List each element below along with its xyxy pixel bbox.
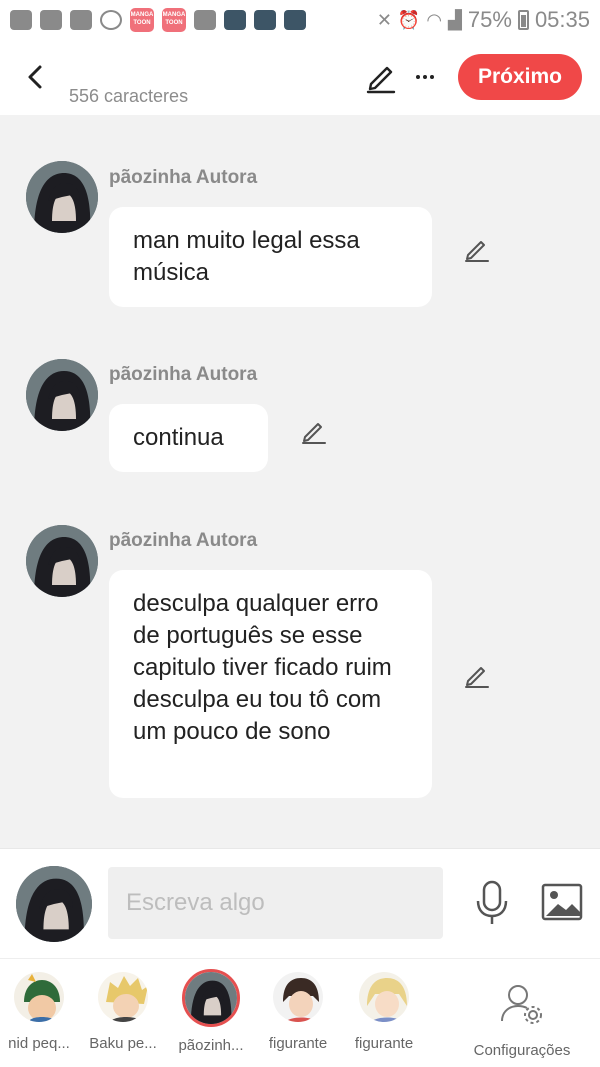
whatsapp-icon bbox=[100, 10, 122, 30]
app-icon bbox=[284, 10, 306, 30]
message-input[interactable] bbox=[108, 867, 443, 939]
notification-icons: MANGA TOON MANGA TOON bbox=[10, 8, 306, 32]
character-item-selected[interactable]: pãozinh... bbox=[168, 969, 254, 1054]
status-bar: MANGA TOON MANGA TOON ✕ ⏰ ◠ ▟ 75% 05:35 bbox=[0, 0, 600, 40]
character-avatar bbox=[356, 969, 412, 1025]
edit-message-icon[interactable] bbox=[463, 661, 491, 689]
edit-message-icon[interactable] bbox=[463, 235, 491, 263]
microphone-icon[interactable] bbox=[472, 879, 512, 927]
message-icon bbox=[10, 10, 32, 30]
character-avatar bbox=[270, 969, 326, 1025]
character-avatar bbox=[11, 969, 67, 1025]
author-name: pãozinha Autora bbox=[109, 167, 258, 188]
mangatoon-icon: MANGA TOON bbox=[162, 8, 186, 32]
character-count: 556 caracteres bbox=[69, 86, 189, 106]
message-text: continua bbox=[133, 424, 224, 451]
character-name: nid peq... bbox=[8, 1035, 70, 1052]
author-name: pãozinha Autora bbox=[109, 364, 258, 385]
character-image bbox=[14, 972, 64, 1022]
message-text: man muito legal essa música bbox=[133, 227, 360, 286]
character-image bbox=[185, 972, 237, 1024]
alarm-icon: ⏰ bbox=[397, 9, 421, 30]
character-selector: nid peq... Baku pe... pãozinh... figuran… bbox=[0, 958, 600, 1067]
user-settings-icon bbox=[501, 985, 542, 1024]
avatar-image bbox=[26, 161, 98, 233]
app-icon bbox=[224, 10, 246, 30]
image-icon[interactable] bbox=[540, 882, 584, 922]
character-item[interactable]: figurante bbox=[341, 969, 427, 1052]
author-avatar[interactable] bbox=[26, 161, 98, 233]
character-image bbox=[98, 972, 148, 1022]
author-name: pãozinha Autora bbox=[109, 530, 258, 551]
clock: 05:35 bbox=[534, 7, 590, 32]
message-bubble[interactable]: man muito legal essa música bbox=[109, 207, 432, 307]
character-image bbox=[359, 972, 409, 1022]
message-text: desculpa qualquer erro de português se e… bbox=[133, 590, 392, 745]
settings-label: Configurações bbox=[473, 1042, 571, 1059]
mute-icon: ✕ bbox=[376, 9, 392, 30]
mail-icon bbox=[194, 10, 216, 30]
back-button[interactable] bbox=[20, 60, 50, 94]
gallery-icon bbox=[40, 10, 62, 30]
edit-message-icon[interactable] bbox=[300, 417, 328, 445]
system-icons: ✕ ⏰ ◠ ▟ 75% 05:35 bbox=[377, 7, 590, 33]
message-bubble[interactable]: desculpa qualquer erro de português se e… bbox=[109, 570, 432, 798]
settings-button[interactable]: Configurações bbox=[470, 981, 574, 1059]
battery-icon bbox=[517, 10, 529, 30]
character-name: figurante bbox=[354, 1035, 414, 1052]
message-composer bbox=[0, 848, 600, 958]
mangatoon-icon: MANGA TOON bbox=[130, 8, 154, 32]
next-button[interactable]: Próximo bbox=[458, 54, 582, 100]
signal-icon: ▟ bbox=[448, 9, 462, 30]
battery-percent: 75% bbox=[467, 7, 512, 32]
more-options-button[interactable] bbox=[410, 62, 440, 92]
avatar-image bbox=[26, 525, 98, 597]
author-avatar[interactable] bbox=[26, 525, 98, 597]
app-icon bbox=[254, 10, 276, 30]
speaker-avatar[interactable] bbox=[16, 866, 92, 942]
chat-area[interactable]: pãozinha Autora man muito legal essa mús… bbox=[0, 115, 600, 848]
character-name: figurante bbox=[268, 1035, 328, 1052]
character-name: pãozinh... bbox=[178, 1037, 244, 1054]
dot-icon bbox=[423, 75, 427, 79]
message-bubble[interactable]: continua bbox=[109, 404, 268, 472]
avatar-image bbox=[26, 359, 98, 431]
dot-icon bbox=[430, 75, 434, 79]
character-avatar bbox=[182, 969, 240, 1027]
back-arrow-icon bbox=[28, 65, 42, 89]
author-avatar[interactable] bbox=[26, 359, 98, 431]
dot-icon bbox=[416, 75, 420, 79]
avatar-image bbox=[16, 866, 92, 942]
character-item[interactable]: nid peq... bbox=[0, 969, 82, 1052]
character-item[interactable]: Baku pe... bbox=[80, 969, 166, 1052]
wifi-icon: ◠ bbox=[426, 9, 443, 30]
character-avatar bbox=[95, 969, 151, 1025]
character-item[interactable]: figurante bbox=[255, 969, 341, 1052]
character-name: Baku pe... bbox=[89, 1035, 157, 1052]
edit-icon[interactable] bbox=[365, 60, 397, 94]
calendar-icon bbox=[70, 10, 92, 30]
character-image bbox=[273, 972, 323, 1022]
header: 556 caracteres Próximo bbox=[0, 40, 600, 115]
